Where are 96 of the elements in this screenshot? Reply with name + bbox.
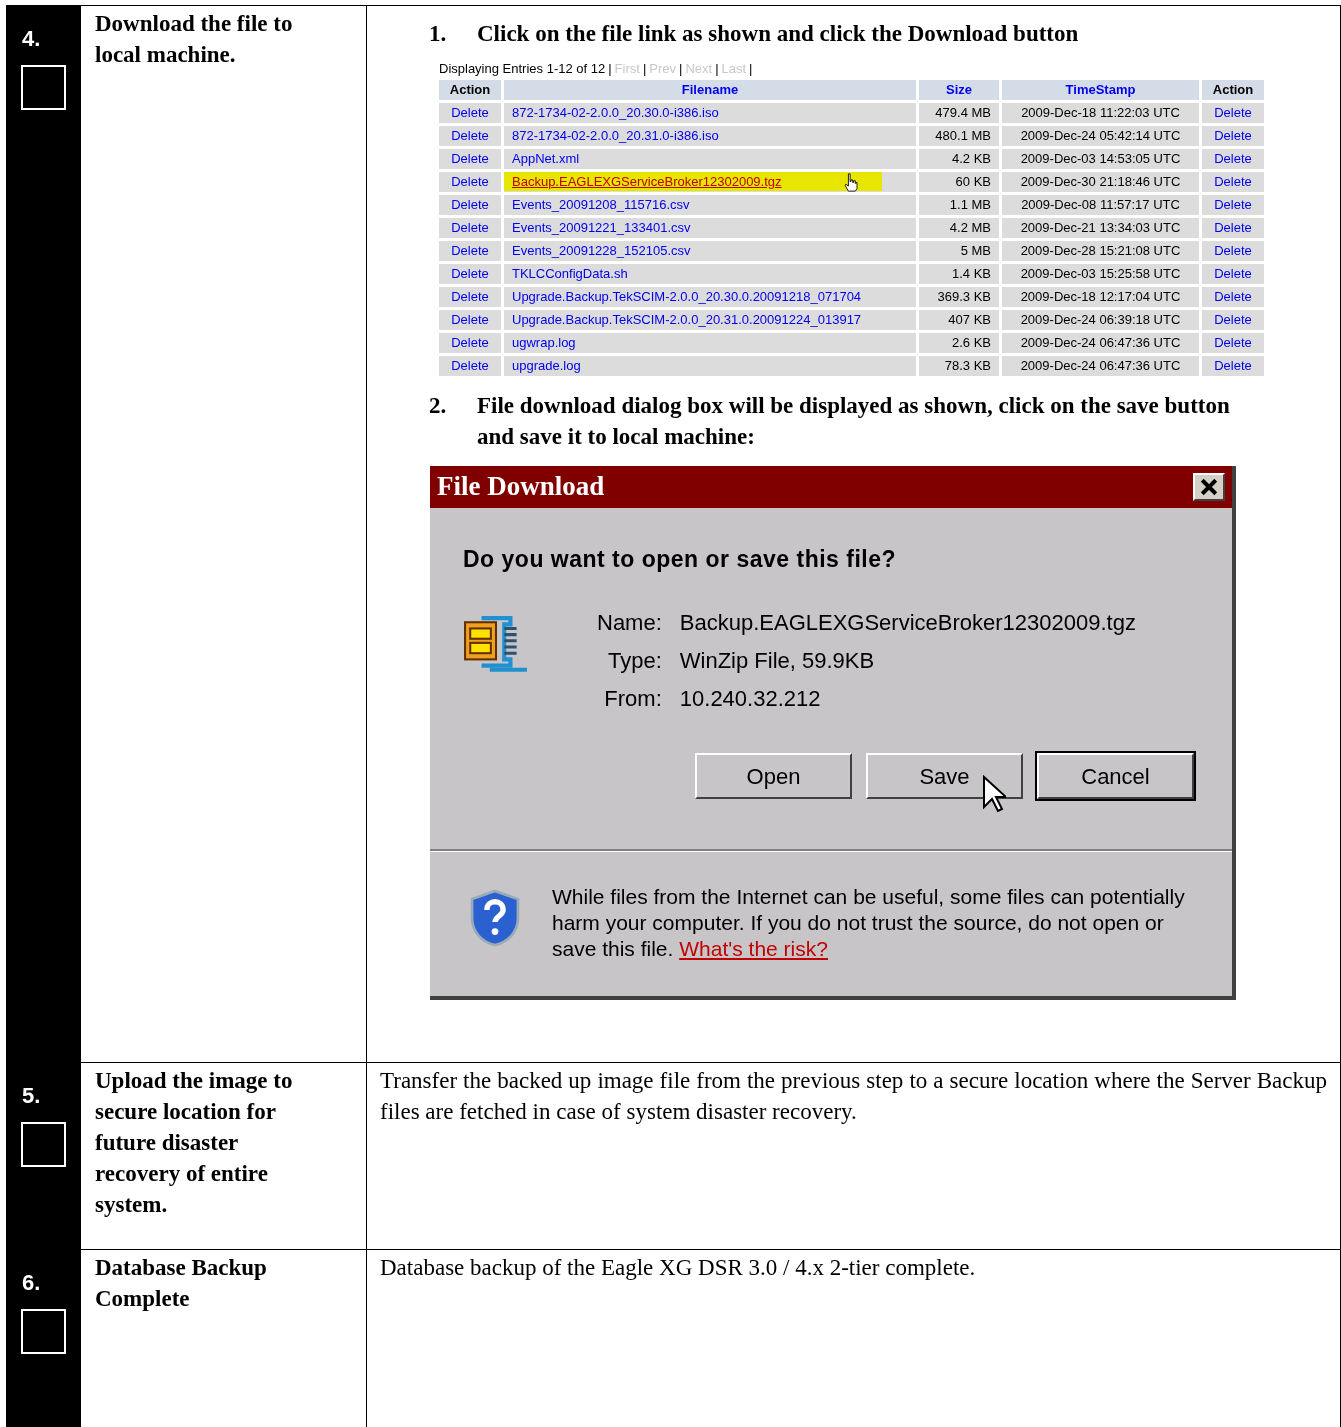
table-cell: 2009-Dec-08 11:57:17 UTC: [1002, 194, 1199, 215]
column-header: Action: [1202, 79, 1264, 100]
delete-link[interactable]: Delete: [439, 355, 501, 376]
table-cell: 78.3 KB: [919, 355, 999, 376]
checkbox[interactable]: [21, 1309, 66, 1354]
pointer-cursor-icon: [982, 775, 1006, 813]
step-description: Transfer the backed up image file from the previous step to a secure location where the Server Backup files are fetched in case of system disaster recovery.: [379, 1067, 1328, 1126]
separator-text: |: [679, 60, 683, 78]
entries-summary: Displaying Entries 1-12 of 12: [439, 60, 606, 78]
field-value: Backup.EAGLEXGServiceBroker12302009.tgz: [679, 609, 1136, 637]
hand-cursor-icon: [844, 172, 858, 192]
delete-link[interactable]: Delete: [439, 332, 501, 353]
table-cell: 2009-Dec-24 06:47:36 UTC: [1002, 332, 1199, 353]
step-title: Download the file to local machine.: [95, 10, 294, 69]
step-title: Database Backup Complete: [95, 1254, 268, 1313]
separator-text: |: [608, 60, 612, 78]
table-cell: 2009-Dec-21 13:34:03 UTC: [1002, 217, 1199, 238]
separator-text: |: [642, 60, 647, 78]
separator-text: |: [715, 60, 719, 78]
instruction-number: 1.: [429, 20, 448, 48]
delete-link[interactable]: Delete: [439, 309, 501, 330]
table-cell: 4.2 MB: [919, 217, 999, 238]
filename-link[interactable]: upgrade.log: [512, 357, 581, 373]
delete-link[interactable]: Delete: [1202, 217, 1264, 238]
step-number: 6.: [22, 1269, 41, 1297]
warning-text: While files from the Internet can be useful, some files can potentially harm your computer. If you do not trust the source, do not open or save this file. What's the risk?: [552, 884, 1186, 962]
delete-link[interactable]: Delete: [1202, 125, 1264, 146]
delete-link[interactable]: Delete: [1202, 102, 1264, 123]
table-cell: 369.3 KB: [919, 286, 999, 307]
table-cell: 2009-Dec-18 11:22:03 UTC: [1002, 102, 1199, 123]
delete-link[interactable]: Delete: [439, 148, 501, 169]
shield-help-icon: [468, 888, 522, 948]
delete-link[interactable]: Delete: [439, 171, 501, 192]
table-cell: 1.4 KB: [919, 263, 999, 284]
table-cell: 2009-Dec-24 06:39:18 UTC: [1002, 309, 1199, 330]
column-header: Size: [919, 79, 999, 100]
delete-link[interactable]: Delete: [1202, 309, 1264, 330]
instruction-text: Click on the file link as shown and click the Download button: [477, 20, 1079, 48]
table-cell: 1.1 MB: [919, 194, 999, 215]
delete-link[interactable]: Delete: [439, 240, 501, 261]
table-cell: 5 MB: [919, 240, 999, 261]
delete-link[interactable]: Delete: [1202, 240, 1264, 261]
column-header: Filename: [504, 79, 916, 100]
delete-link[interactable]: Delete: [1202, 194, 1264, 215]
delete-link[interactable]: Delete: [439, 286, 501, 307]
table-cell: 2009-Dec-18 12:17:04 UTC: [1002, 286, 1199, 307]
table-cell: 407 KB: [919, 309, 999, 330]
delete-link[interactable]: Delete: [439, 263, 501, 284]
table-cell: 4.2 KB: [919, 148, 999, 169]
filename-link[interactable]: Backup.EAGLEXGServiceBroker12302009.tgz: [504, 171, 882, 191]
close-button[interactable]: [1193, 472, 1225, 501]
column-header: TimeStamp: [1002, 79, 1199, 100]
dialog-button[interactable]: Cancel: [1037, 753, 1194, 799]
step-number: 5.: [22, 1082, 41, 1110]
table-cell: 2009-Dec-03 14:53:05 UTC: [1002, 148, 1199, 169]
table-cell: 2009-Dec-03 15:25:58 UTC: [1002, 263, 1199, 284]
table-cell: 2.6 KB: [919, 332, 999, 353]
step-number: 4.: [22, 25, 41, 53]
instruction-number: 2.: [429, 391, 448, 420]
delete-link[interactable]: Delete: [439, 194, 501, 215]
delete-link[interactable]: Delete: [439, 125, 501, 146]
dialog-question: Do you want to open or save this file?: [463, 544, 898, 574]
column-header: Action: [439, 79, 501, 100]
delete-link[interactable]: Delete: [1202, 286, 1264, 307]
table-cell: 2009-Dec-24 06:47:36 UTC: [1002, 355, 1199, 376]
delete-link[interactable]: Delete: [1202, 263, 1264, 284]
delete-link[interactable]: Delete: [1202, 355, 1264, 376]
field-label: From:: [603, 685, 662, 713]
instruction-text: File download dialog box will be displayed as shown, click on the save button and save it to local machine:: [477, 391, 1231, 451]
window-title: File Download: [437, 470, 605, 504]
field-label: Type:: [607, 647, 662, 675]
delete-link[interactable]: Delete: [439, 102, 501, 123]
table-cell: 480.1 MB: [919, 125, 999, 146]
step-description: Database backup of the Eagle XG DSR 3.0 / 4.x 2-tier complete.: [379, 1254, 977, 1282]
dialog-button[interactable]: Open: [695, 753, 852, 799]
filename-link[interactable]: ugwrap.log: [512, 334, 576, 350]
table-cell: 60 KB: [919, 171, 999, 192]
close-icon: [1200, 477, 1218, 496]
field-value: WinZip File, 59.9KB: [679, 647, 876, 675]
step-title: Upload the image to secure location for future disaster recovery of entire system.: [95, 1067, 294, 1219]
dialog-button[interactable]: Save: [866, 753, 1023, 799]
checkbox[interactable]: [21, 65, 66, 110]
delete-link[interactable]: Delete: [1202, 171, 1264, 192]
table-cell: 2009-Dec-30 21:18:46 UTC: [1002, 171, 1199, 192]
checkbox[interactable]: [21, 1122, 66, 1167]
table-cell: 2009-Dec-24 05:42:14 UTC: [1002, 125, 1199, 146]
risk-link[interactable]: What's the risk?: [679, 937, 828, 960]
separator-text: |: [749, 60, 753, 78]
table-cell: 479.4 MB: [919, 102, 999, 123]
field-value: 10.240.32.212: [679, 685, 822, 713]
delete-link[interactable]: Delete: [1202, 148, 1264, 169]
filename-link[interactable]: AppNet.xml: [512, 150, 580, 166]
field-label: Name:: [597, 609, 662, 637]
delete-link[interactable]: Delete: [1202, 332, 1264, 353]
delete-link[interactable]: Delete: [439, 217, 501, 238]
table-cell: 2009-Dec-28 15:21:08 UTC: [1002, 240, 1199, 261]
